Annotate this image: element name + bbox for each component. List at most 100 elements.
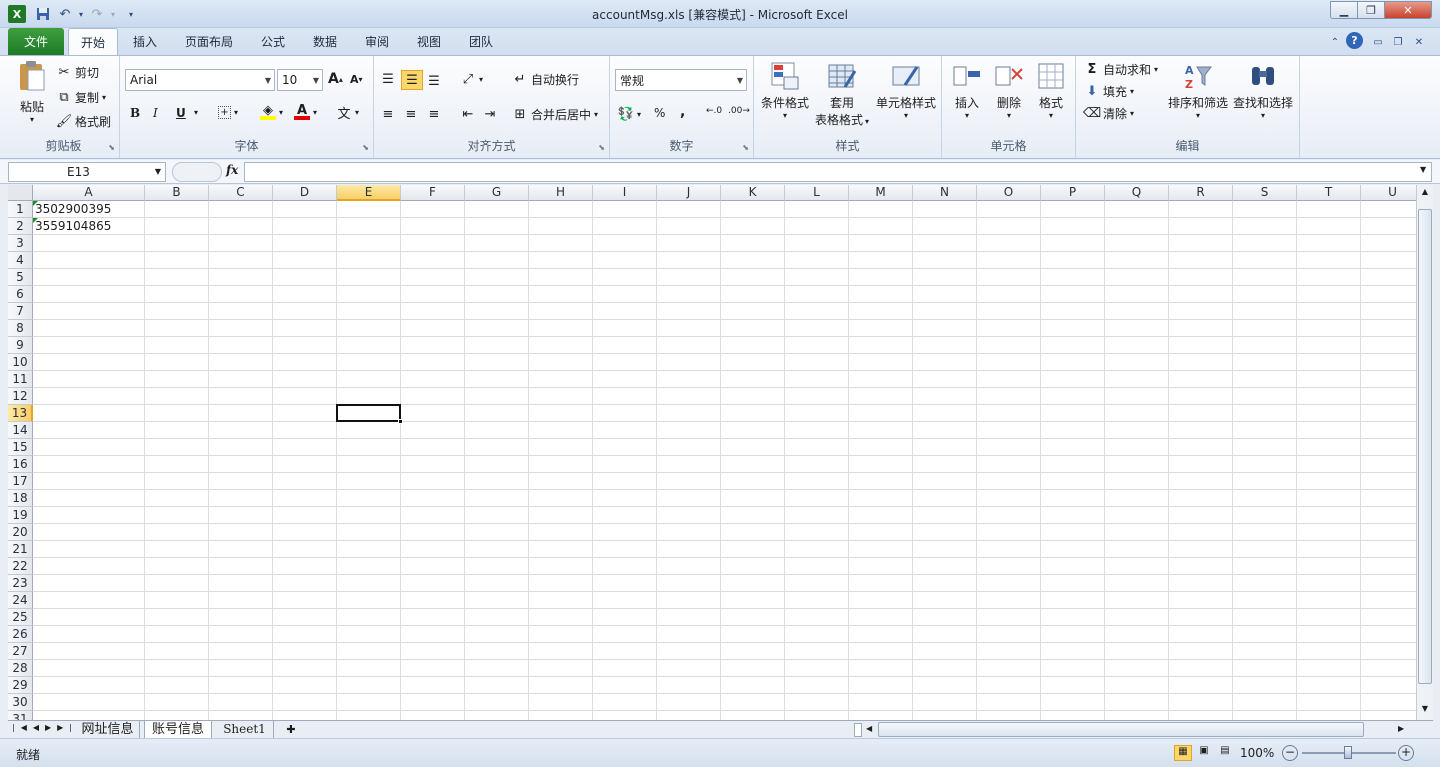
decrease-decimal-button[interactable]: .00→ bbox=[728, 106, 750, 116]
tab-file[interactable]: 文件 bbox=[8, 28, 64, 55]
tab-team[interactable]: 团队 bbox=[462, 28, 500, 55]
shrink-font-button[interactable]: A ▾ bbox=[350, 73, 363, 86]
column-header-q[interactable]: Q bbox=[1105, 185, 1169, 201]
merge-center-button[interactable]: ⊞ 合并后居中 ▾ bbox=[512, 106, 598, 123]
column-header-i[interactable]: I bbox=[593, 185, 657, 201]
bold-button[interactable]: B bbox=[130, 106, 140, 120]
insert-function-button[interactable]: fx bbox=[226, 163, 238, 177]
expand-formula-bar-icon[interactable]: ▼ bbox=[1420, 165, 1426, 174]
increase-decimal-button[interactable]: ←.0 bbox=[706, 106, 722, 116]
column-header-l[interactable]: L bbox=[785, 185, 849, 201]
sort-filter-button[interactable]: AZ 排序和筛选 ▾ bbox=[1166, 60, 1230, 120]
row-header-1[interactable]: 1 bbox=[8, 201, 33, 218]
row-header-24[interactable]: 24 bbox=[8, 592, 33, 609]
row-header-14[interactable]: 14 bbox=[8, 422, 33, 439]
row-header-6[interactable]: 6 bbox=[8, 286, 33, 303]
row-header-18[interactable]: 18 bbox=[8, 490, 33, 507]
row-header-4[interactable]: 4 bbox=[8, 252, 33, 269]
dialog-launcher-icon[interactable]: ⬊ bbox=[108, 143, 115, 152]
tab-review[interactable]: 审阅 bbox=[358, 28, 396, 55]
align-middle-button[interactable]: ☰ bbox=[401, 70, 423, 90]
fill-button[interactable]: ⬇ 填充 ▾ bbox=[1084, 83, 1134, 100]
scroll-up-arrow[interactable]: ▲ bbox=[1418, 187, 1432, 201]
scroll-down-arrow[interactable]: ▼ bbox=[1418, 704, 1432, 718]
align-bottom-button[interactable]: ☰ bbox=[426, 73, 445, 89]
minimize-ribbon-icon[interactable]: ⌃ bbox=[1326, 33, 1344, 51]
restore-button[interactable]: ❐ bbox=[1357, 1, 1385, 19]
row-header-22[interactable]: 22 bbox=[8, 558, 33, 575]
formula-input[interactable] bbox=[244, 162, 1432, 182]
format-as-table-button[interactable]: 套用 表格格式 ▾ bbox=[812, 60, 872, 128]
column-header-n[interactable]: N bbox=[913, 185, 977, 201]
column-header-j[interactable]: J bbox=[657, 185, 721, 201]
row-header-10[interactable]: 10 bbox=[8, 354, 33, 371]
workbook-restore-icon[interactable]: ❐ bbox=[1389, 33, 1407, 51]
column-header-t[interactable]: T bbox=[1297, 185, 1361, 201]
row-header-30[interactable]: 30 bbox=[8, 694, 33, 711]
column-header-b[interactable]: B bbox=[145, 185, 209, 201]
tab-insert[interactable]: 插入 bbox=[124, 28, 166, 55]
format-painter-button[interactable]: 🖌 格式刷 bbox=[56, 113, 111, 130]
align-right-button[interactable]: ≡ bbox=[426, 106, 445, 122]
workbook-minimize-icon[interactable]: ▭ bbox=[1369, 33, 1387, 51]
zoom-in-button[interactable]: + bbox=[1398, 745, 1414, 761]
dialog-launcher-icon[interactable]: ⬊ bbox=[362, 143, 369, 152]
number-format-combo[interactable]: 常规 ▼ bbox=[615, 69, 747, 91]
accounting-format-button[interactable]: 💱 ▾ bbox=[618, 106, 641, 122]
page-layout-view-button[interactable]: ▣ bbox=[1195, 745, 1213, 761]
row-header-9[interactable]: 9 bbox=[8, 337, 33, 354]
autosum-button[interactable]: Σ 自动求和 ▾ bbox=[1084, 61, 1158, 78]
row-header-7[interactable]: 7 bbox=[8, 303, 33, 320]
column-header-d[interactable]: D bbox=[273, 185, 337, 201]
row-header-8[interactable]: 8 bbox=[8, 320, 33, 337]
scroll-right-arrow[interactable]: ▶ bbox=[1398, 724, 1404, 733]
row-header-29[interactable]: 29 bbox=[8, 677, 33, 694]
column-header-e[interactable]: E bbox=[337, 185, 401, 201]
sheet-tab-2-active[interactable]: 账号信息 bbox=[144, 721, 212, 739]
orientation-button[interactable]: ⤢ ▾ bbox=[460, 71, 483, 87]
zoom-out-button[interactable]: − bbox=[1282, 745, 1298, 761]
fill-handle[interactable] bbox=[398, 419, 403, 424]
tab-view[interactable]: 视图 bbox=[410, 28, 448, 55]
tab-data[interactable]: 数据 bbox=[306, 28, 344, 55]
sheet-tab-1[interactable]: 网址信息 bbox=[76, 721, 140, 739]
workbook-close-icon[interactable]: ✕ bbox=[1410, 33, 1428, 51]
increase-indent-button[interactable]: ⇥ bbox=[482, 106, 501, 122]
phonetic-button[interactable]: 文 ▾ bbox=[336, 104, 359, 122]
row-header-27[interactable]: 27 bbox=[8, 643, 33, 660]
minimize-button[interactable]: ▁ bbox=[1330, 1, 1358, 19]
normal-view-button[interactable]: ▦ bbox=[1174, 745, 1192, 761]
column-header-a[interactable]: A bbox=[33, 185, 145, 201]
clear-button[interactable]: ⌫ 清除 ▾ bbox=[1083, 105, 1134, 122]
column-header-p[interactable]: P bbox=[1041, 185, 1105, 201]
column-header-h[interactable]: H bbox=[529, 185, 593, 201]
row-header-11[interactable]: 11 bbox=[8, 371, 33, 388]
wrap-text-button[interactable]: ↵ 自动换行 bbox=[512, 71, 579, 88]
row-header-25[interactable]: 25 bbox=[8, 609, 33, 626]
row-header-20[interactable]: 20 bbox=[8, 524, 33, 541]
comma-style-button[interactable]: , bbox=[680, 104, 685, 120]
row-header-2[interactable]: 2 bbox=[8, 218, 33, 235]
dialog-launcher-icon[interactable]: ⬊ bbox=[742, 143, 749, 152]
grow-font-button[interactable]: A ▴ bbox=[328, 71, 343, 87]
conditional-formatting-button[interactable]: 条件格式 ▾ bbox=[758, 60, 812, 120]
page-break-view-button[interactable]: ▤ bbox=[1216, 745, 1234, 761]
row-header-28[interactable]: 28 bbox=[8, 660, 33, 677]
insert-cells-button[interactable]: 插入 ▾ bbox=[948, 60, 986, 120]
scroll-thumb[interactable] bbox=[1418, 209, 1432, 684]
sheet-navigation-arrows[interactable]: |◀◀▶▶| bbox=[12, 723, 78, 732]
column-header-u[interactable]: U bbox=[1361, 185, 1416, 201]
sheet-tab-3[interactable]: Sheet1 bbox=[216, 721, 274, 739]
font-name-combo[interactable]: Arial ▼ bbox=[125, 69, 275, 91]
row-header-19[interactable]: 19 bbox=[8, 507, 33, 524]
fill-color-button[interactable]: ◈ ▾ bbox=[260, 103, 283, 120]
column-header-o[interactable]: O bbox=[977, 185, 1041, 201]
paste-button[interactable]: 粘贴 ▾ bbox=[14, 60, 50, 124]
row-header-3[interactable]: 3 bbox=[8, 235, 33, 252]
row-header-12[interactable]: 12 bbox=[8, 388, 33, 405]
row-header-23[interactable]: 23 bbox=[8, 575, 33, 592]
column-header-k[interactable]: K bbox=[721, 185, 785, 201]
percent-style-button[interactable]: % bbox=[654, 106, 665, 120]
tab-home[interactable]: 开始 bbox=[68, 28, 118, 55]
row-header-26[interactable]: 26 bbox=[8, 626, 33, 643]
